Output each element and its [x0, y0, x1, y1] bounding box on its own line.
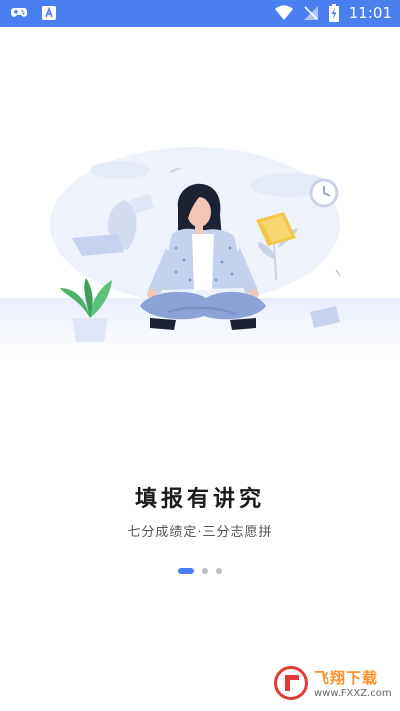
page-indicator-dot-3[interactable] [216, 568, 222, 574]
wifi-icon [274, 5, 293, 21]
page-indicator-dot-1[interactable] [178, 568, 194, 574]
status-time: 11:01 [348, 4, 392, 22]
battery-charging-icon [328, 4, 339, 22]
watermark-logo-icon [274, 666, 308, 700]
no-signal-icon [303, 6, 318, 20]
watermark-name: 飞翔下载 [314, 669, 379, 687]
site-watermark: 飞翔下载 www.FXXZ.com [274, 661, 392, 705]
status-right-icons: 11:01 [274, 4, 392, 22]
text-a-icon [42, 6, 56, 20]
onboarding-illustration [0, 147, 400, 358]
clock-icon [309, 178, 339, 208]
watermark-url: www.FXXZ.com [314, 688, 392, 699]
page-indicator-dot-2[interactable] [202, 568, 208, 574]
gamepad-icon [11, 8, 27, 17]
onboarding-title: 填报有讲究 [134, 487, 265, 512]
status-bar: 11:01 [0, 0, 400, 27]
page-indicator [0, 568, 400, 574]
onboarding-subtitle: 七分成绩定·三分志愿拼 [127, 525, 273, 540]
status-left-icons [10, 6, 56, 20]
